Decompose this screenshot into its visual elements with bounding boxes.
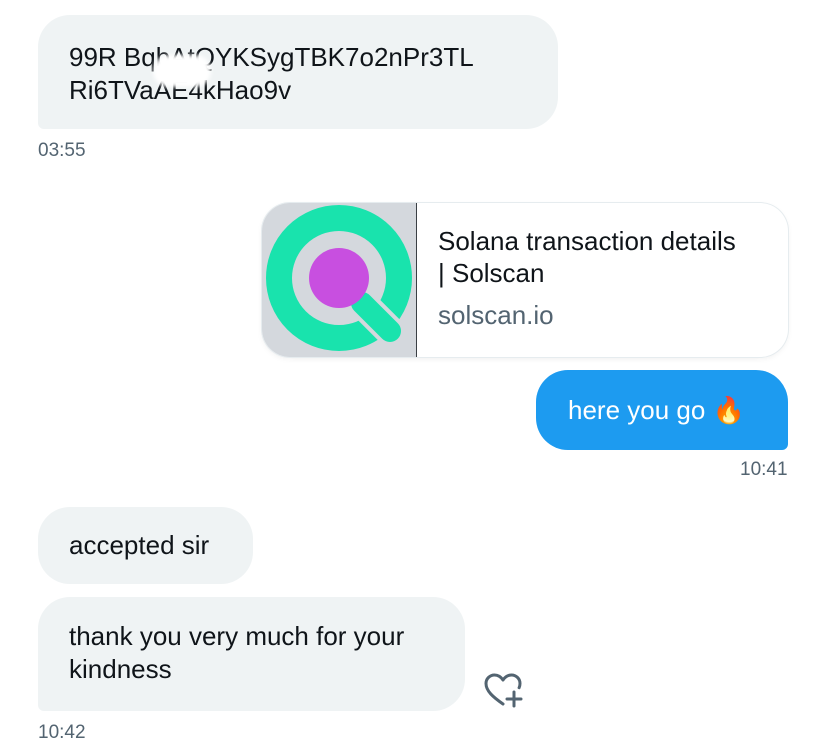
message-bubble-incoming[interactable]: 99R BqbAtQYKSygTBK7o2nPr3TL Ri6TVaAE4kHa… <box>38 15 558 129</box>
link-preview-title: Solana transaction details | Solscan <box>438 226 736 288</box>
link-preview-thumbnail <box>262 203 417 357</box>
link-preview-domain: solscan.io <box>438 300 554 330</box>
link-preview-card[interactable]: Solana transaction details | Solscan sol… <box>262 203 788 357</box>
add-reaction-button[interactable] <box>481 668 527 714</box>
message-bubble-incoming[interactable]: thank you very much for your kindness <box>38 597 465 711</box>
redaction-blur <box>153 55 211 87</box>
message-timestamp: 03:55 <box>38 140 86 161</box>
message-text: here you go 🔥 <box>568 395 745 425</box>
solscan-logo-icon <box>266 205 412 351</box>
message-text-line: 99R BqbAtQYKSygTBK7o2nPr3TL <box>69 42 474 72</box>
message-timestamp: 10:42 <box>38 722 86 743</box>
message-timestamp: 10:41 <box>740 459 788 480</box>
message-bubble-outgoing[interactable]: here you go 🔥 <box>536 370 788 450</box>
message-bubble-incoming[interactable]: accepted sir <box>38 507 253 584</box>
message-text-line: Ri6TVaAE4kHao9v <box>69 75 292 105</box>
heart-plus-icon <box>484 673 523 708</box>
link-preview-body: Solana transaction details | Solscan sol… <box>438 225 768 331</box>
message-text-line: thank you very much for your <box>69 621 405 651</box>
message-text-line: kindness <box>69 654 172 684</box>
message-text: accepted sir <box>69 530 210 560</box>
